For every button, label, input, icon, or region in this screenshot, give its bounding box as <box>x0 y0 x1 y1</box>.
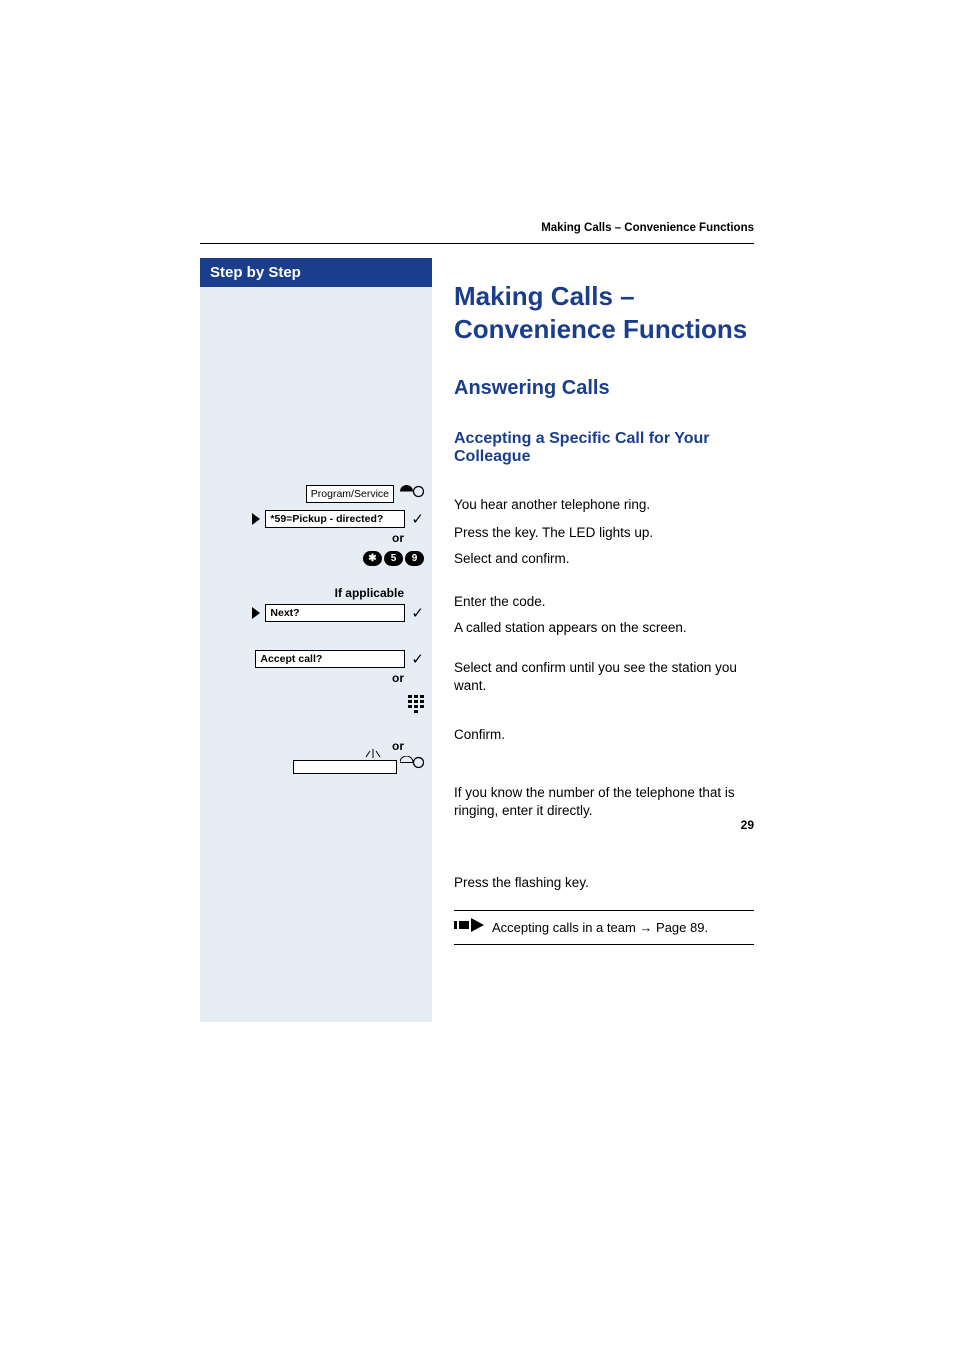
check-icon: ✓ <box>411 604 424 622</box>
step-text-3: Select and confirm. <box>454 550 754 568</box>
half-circle-key-icon <box>400 756 424 774</box>
accept-call-label: Accept call? <box>255 650 405 668</box>
triangle-right-icon <box>252 513 260 525</box>
arrow-right-icon: → <box>639 920 652 935</box>
crossref-suffix: Page 89. <box>652 920 708 935</box>
sidebar-pickup-directed: *59=Pickup - directed? ✓ <box>208 510 424 528</box>
next-label: Next? <box>265 604 405 622</box>
step-text-7: Confirm. <box>454 726 754 744</box>
step-text-6: Select and confirm until you see the sta… <box>454 659 754 695</box>
cross-reference: Accepting calls in a team → Page 89. <box>454 910 754 945</box>
step-text-1: You hear another telephone ring. <box>454 496 754 514</box>
sidebar-title: Step by Step <box>200 258 432 287</box>
step-text-9: Press the flashing key. <box>454 874 754 892</box>
key-5: 5 <box>384 551 403 566</box>
step-text-4: Enter the code. <box>454 593 754 611</box>
if-applicable-label: If applicable <box>208 586 404 600</box>
or-label-2: or <box>208 671 404 685</box>
step-text-5: A called station appears on the screen. <box>454 619 754 637</box>
sidebar-program-service: Program/Service <box>208 485 424 503</box>
sidebar-keypad <box>208 695 424 713</box>
triangle-right-icon <box>252 607 260 619</box>
step-text-2: Press the key. The LED lights up. <box>454 524 754 542</box>
program-service-label: Program/Service <box>306 485 394 503</box>
running-header: Making Calls – Convenience Functions <box>541 222 754 234</box>
header-rule <box>200 243 754 244</box>
sidebar-accept-call: Accept call? ✓ <box>208 650 424 668</box>
key-pills: ✱ 5 9 <box>361 551 424 566</box>
key-star: ✱ <box>363 551 382 566</box>
sidebar-code-keys: ✱ 5 9 <box>208 551 424 566</box>
step-by-step-sidebar: Step by Step Program/Service <box>200 258 432 1022</box>
sidebar-next: Next? ✓ <box>208 604 424 622</box>
step-text-8: If you know the number of the telephone … <box>454 784 754 820</box>
sidebar-flashing-key <box>208 756 424 774</box>
crossref-text: Accepting calls in a team → Page 89. <box>492 920 708 935</box>
check-icon: ✓ <box>411 650 424 668</box>
check-icon: ✓ <box>411 510 424 528</box>
half-circle-key-icon <box>400 485 424 503</box>
spark-icon <box>364 746 382 764</box>
main-content: Making Calls – Convenience Functions Ans… <box>432 258 754 1022</box>
keypad-icon <box>408 695 424 713</box>
subsection-heading: Accepting a Specific Call for Your Colle… <box>454 430 754 466</box>
page-number: 29 <box>741 818 754 832</box>
pickup-directed-label: *59=Pickup - directed? <box>265 510 405 528</box>
crossref-prefix: Accepting calls in a team <box>492 920 639 935</box>
page-title: Making Calls – Convenience Functions <box>454 280 754 345</box>
or-label-1: or <box>208 531 404 545</box>
section-heading: Answering Calls <box>454 377 754 400</box>
crossref-icon <box>454 918 484 937</box>
key-9: 9 <box>405 551 424 566</box>
